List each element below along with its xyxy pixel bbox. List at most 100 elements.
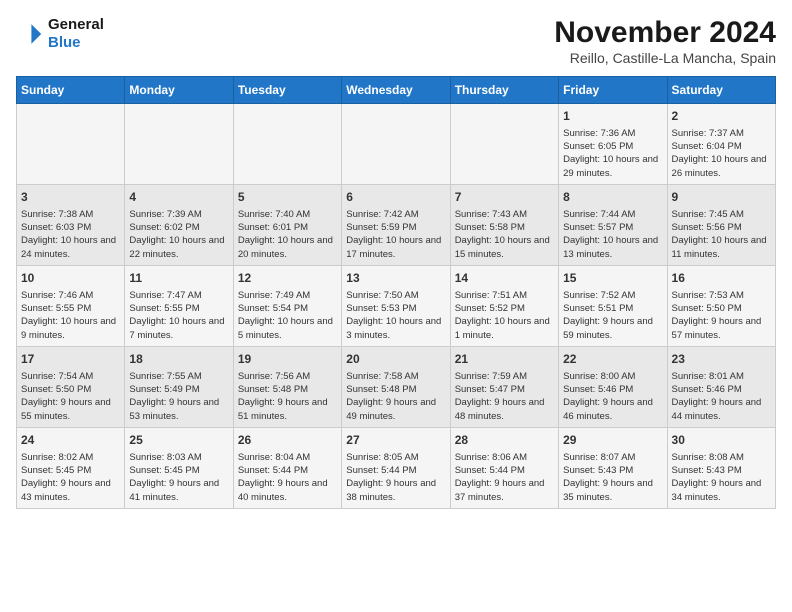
day-cell: 2 Sunrise: 7:37 AMSunset: 6:04 PMDaylight… <box>667 104 775 185</box>
day-cell: 7 Sunrise: 7:43 AMSunset: 5:58 PMDaylight… <box>450 184 558 265</box>
day-number: 22 <box>563 351 662 368</box>
calendar-body: 1 Sunrise: 7:36 AMSunset: 6:05 PMDaylight… <box>17 104 776 509</box>
day-number: 2 <box>672 108 771 125</box>
day-info: Sunrise: 8:08 AMSunset: 5:43 PMDaylight:… <box>672 451 771 504</box>
day-cell: 8 Sunrise: 7:44 AMSunset: 5:57 PMDaylight… <box>559 184 667 265</box>
header-cell-wednesday: Wednesday <box>342 77 450 104</box>
day-number: 18 <box>129 351 228 368</box>
day-number: 7 <box>455 189 554 206</box>
day-cell: 27Sunrise: 8:05 AMSunset: 5:44 PMDayligh… <box>342 427 450 508</box>
day-cell: 1 Sunrise: 7:36 AMSunset: 6:05 PMDaylight… <box>559 104 667 185</box>
day-cell: 23 Sunrise: 8:01 AMSunset: 5:46 PMDayligh… <box>667 346 775 427</box>
day-info: Sunrise: 7:50 AMSunset: 5:53 PMDaylight:… <box>346 289 445 342</box>
day-cell: 28 Sunrise: 8:06 AMSunset: 5:44 PMDayligh… <box>450 427 558 508</box>
day-info: Sunrise: 8:03 AMSunset: 5:45 PMDaylight:… <box>129 451 228 504</box>
logo-text: General Blue <box>48 16 104 52</box>
day-info: Sunrise: 8:06 AMSunset: 5:44 PMDaylight:… <box>455 451 554 504</box>
day-info: Sunrise: 8:01 AMSunset: 5:46 PMDaylight:… <box>672 370 771 423</box>
day-number: 25 <box>129 432 228 449</box>
day-info: Sunrise: 8:04 AMSunset: 5:44 PMDaylight:… <box>238 451 337 504</box>
day-cell <box>17 104 125 185</box>
day-info: Sunrise: 8:00 AMSunset: 5:46 PMDaylight:… <box>563 370 662 423</box>
day-cell: 10Sunrise: 7:46 AMSunset: 5:55 PMDayligh… <box>17 265 125 346</box>
day-number: 17 <box>21 351 120 368</box>
day-info: Sunrise: 7:42 AMSunset: 5:59 PMDaylight:… <box>346 208 445 261</box>
day-cell: 26 Sunrise: 8:04 AMSunset: 5:44 PMDayligh… <box>233 427 341 508</box>
logo-line1: General <box>48 16 104 33</box>
header-cell-saturday: Saturday <box>667 77 775 104</box>
day-info: Sunrise: 8:07 AMSunset: 5:43 PMDaylight:… <box>563 451 662 504</box>
day-cell: 11 Sunrise: 7:47 AMSunset: 5:55 PMDayligh… <box>125 265 233 346</box>
day-number: 12 <box>238 270 337 287</box>
day-cell: 22 Sunrise: 8:00 AMSunset: 5:46 PMDayligh… <box>559 346 667 427</box>
day-number: 26 <box>238 432 337 449</box>
day-cell: 13 Sunrise: 7:50 AMSunset: 5:53 PMDayligh… <box>342 265 450 346</box>
day-cell: 24 Sunrise: 8:02 AMSunset: 5:45 PMDayligh… <box>17 427 125 508</box>
day-number: 5 <box>238 189 337 206</box>
day-cell <box>342 104 450 185</box>
day-info: Sunrise: 7:45 AMSunset: 5:56 PMDaylight:… <box>672 208 771 261</box>
logo: General Blue <box>16 16 104 52</box>
day-number: 28 <box>455 432 554 449</box>
day-number: 30 <box>672 432 771 449</box>
header-cell-sunday: Sunday <box>17 77 125 104</box>
day-cell <box>125 104 233 185</box>
day-info: Sunrise: 7:36 AMSunset: 6:05 PMDaylight:… <box>563 127 662 180</box>
day-cell: 30 Sunrise: 8:08 AMSunset: 5:43 PMDayligh… <box>667 427 775 508</box>
logo-icon <box>16 20 44 48</box>
day-info: Sunrise: 7:40 AMSunset: 6:01 PMDaylight:… <box>238 208 337 261</box>
day-cell: 9Sunrise: 7:45 AMSunset: 5:56 PMDaylight… <box>667 184 775 265</box>
week-row-2: 3 Sunrise: 7:38 AMSunset: 6:03 PMDaylight… <box>17 184 776 265</box>
day-number: 14 <box>455 270 554 287</box>
day-number: 20 <box>346 351 445 368</box>
day-number: 27 <box>346 432 445 449</box>
day-number: 1 <box>563 108 662 125</box>
day-cell: 19Sunrise: 7:56 AMSunset: 5:48 PMDayligh… <box>233 346 341 427</box>
day-cell: 15Sunrise: 7:52 AMSunset: 5:51 PMDayligh… <box>559 265 667 346</box>
week-row-5: 24 Sunrise: 8:02 AMSunset: 5:45 PMDayligh… <box>17 427 776 508</box>
week-row-3: 10Sunrise: 7:46 AMSunset: 5:55 PMDayligh… <box>17 265 776 346</box>
day-cell: 5 Sunrise: 7:40 AMSunset: 6:01 PMDaylight… <box>233 184 341 265</box>
day-number: 19 <box>238 351 337 368</box>
day-cell: 14 Sunrise: 7:51 AMSunset: 5:52 PMDayligh… <box>450 265 558 346</box>
day-info: Sunrise: 7:43 AMSunset: 5:58 PMDaylight:… <box>455 208 554 261</box>
day-number: 23 <box>672 351 771 368</box>
day-info: Sunrise: 7:47 AMSunset: 5:55 PMDaylight:… <box>129 289 228 342</box>
day-cell: 6 Sunrise: 7:42 AMSunset: 5:59 PMDaylight… <box>342 184 450 265</box>
title-area: November 2024 Reillo, Castille-La Mancha… <box>554 16 776 66</box>
day-number: 6 <box>346 189 445 206</box>
day-cell: 21 Sunrise: 7:59 AMSunset: 5:47 PMDayligh… <box>450 346 558 427</box>
day-cell <box>450 104 558 185</box>
day-number: 8 <box>563 189 662 206</box>
calendar-table: SundayMondayTuesdayWednesdayThursdayFrid… <box>16 76 776 509</box>
day-cell: 25 Sunrise: 8:03 AMSunset: 5:45 PMDayligh… <box>125 427 233 508</box>
header-cell-friday: Friday <box>559 77 667 104</box>
day-cell <box>233 104 341 185</box>
day-info: Sunrise: 7:44 AMSunset: 5:57 PMDaylight:… <box>563 208 662 261</box>
day-cell: 18 Sunrise: 7:55 AMSunset: 5:49 PMDayligh… <box>125 346 233 427</box>
month-title: November 2024 <box>554 16 776 50</box>
day-number: 13 <box>346 270 445 287</box>
day-cell: 17 Sunrise: 7:54 AMSunset: 5:50 PMDayligh… <box>17 346 125 427</box>
header-row: SundayMondayTuesdayWednesdayThursdayFrid… <box>17 77 776 104</box>
day-info: Sunrise: 7:38 AMSunset: 6:03 PMDaylight:… <box>21 208 120 261</box>
day-info: Sunrise: 7:37 AMSunset: 6:04 PMDaylight:… <box>672 127 771 180</box>
day-number: 16 <box>672 270 771 287</box>
day-cell: 29 Sunrise: 8:07 AMSunset: 5:43 PMDayligh… <box>559 427 667 508</box>
calendar-header: SundayMondayTuesdayWednesdayThursdayFrid… <box>17 77 776 104</box>
day-number: 24 <box>21 432 120 449</box>
day-cell: 12Sunrise: 7:49 AMSunset: 5:54 PMDayligh… <box>233 265 341 346</box>
day-info: Sunrise: 7:51 AMSunset: 5:52 PMDaylight:… <box>455 289 554 342</box>
day-info: Sunrise: 7:59 AMSunset: 5:47 PMDaylight:… <box>455 370 554 423</box>
day-cell: 20Sunrise: 7:58 AMSunset: 5:48 PMDayligh… <box>342 346 450 427</box>
day-info: Sunrise: 7:54 AMSunset: 5:50 PMDaylight:… <box>21 370 120 423</box>
day-number: 29 <box>563 432 662 449</box>
day-info: Sunrise: 8:02 AMSunset: 5:45 PMDaylight:… <box>21 451 120 504</box>
day-number: 3 <box>21 189 120 206</box>
day-number: 11 <box>129 270 228 287</box>
day-cell: 16Sunrise: 7:53 AMSunset: 5:50 PMDayligh… <box>667 265 775 346</box>
day-number: 10 <box>21 270 120 287</box>
day-info: Sunrise: 7:55 AMSunset: 5:49 PMDaylight:… <box>129 370 228 423</box>
day-number: 21 <box>455 351 554 368</box>
day-info: Sunrise: 7:39 AMSunset: 6:02 PMDaylight:… <box>129 208 228 261</box>
